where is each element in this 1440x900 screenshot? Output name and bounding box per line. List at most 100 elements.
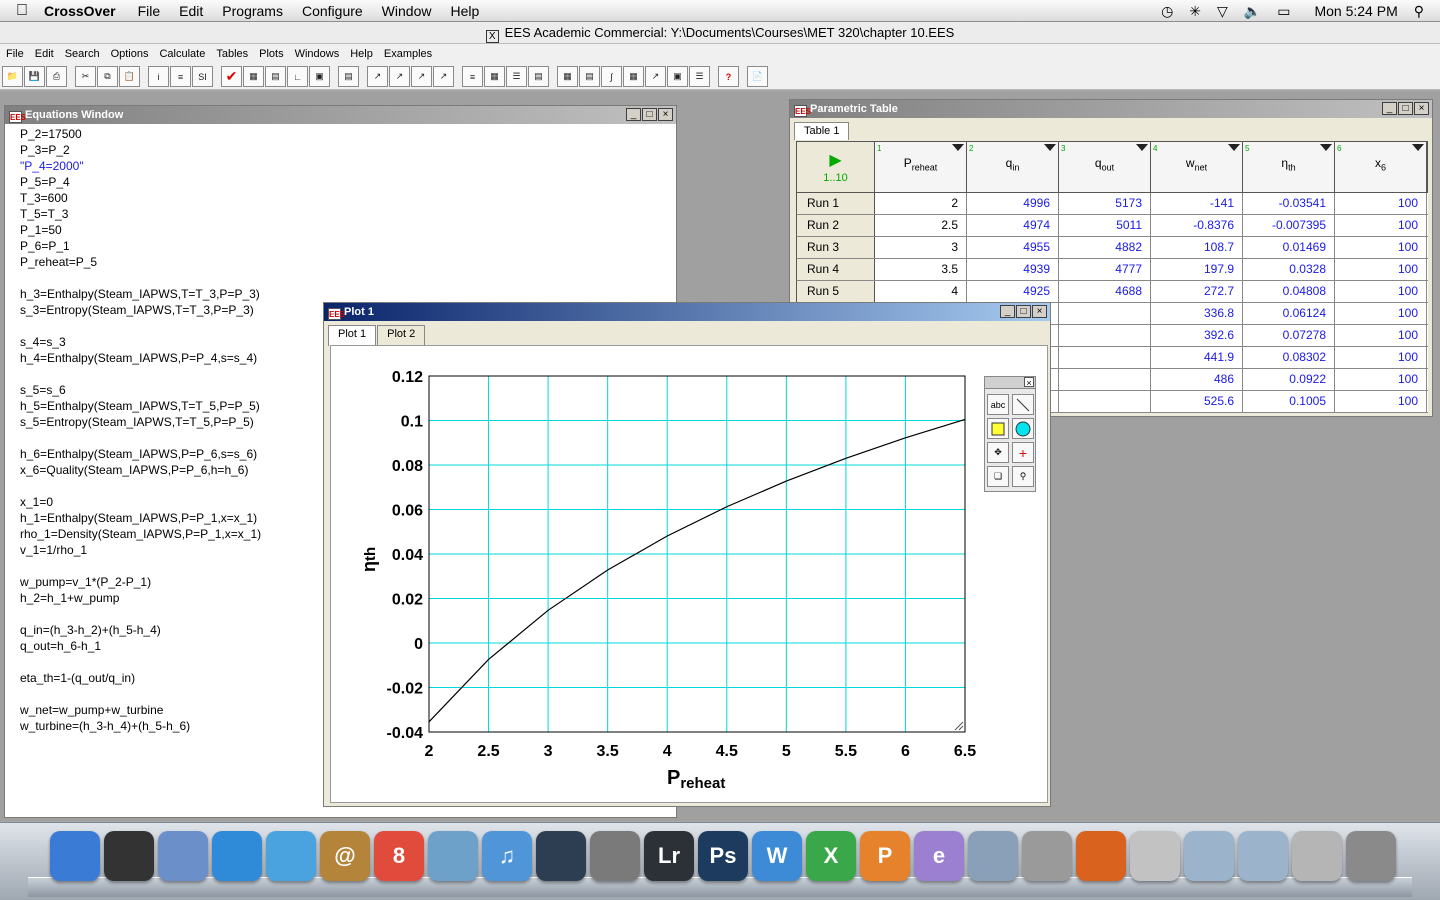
table-cell[interactable] (1059, 391, 1151, 412)
run-label[interactable]: Run 5 (797, 281, 875, 302)
lookup-icon[interactable]: ▤ (528, 66, 549, 87)
table-cell[interactable]: 100 (1335, 193, 1427, 214)
ees-menu-plots[interactable]: Plots (259, 48, 283, 60)
plot-window-titlebar[interactable]: EESPlot 1 _ □ × (324, 303, 1050, 321)
table-cell[interactable]: 0.01469 (1243, 237, 1335, 258)
app-menu[interactable]: CrossOver (44, 3, 116, 19)
plot-window-3-icon[interactable]: ↗ (411, 66, 432, 87)
table-cell[interactable]: 100 (1335, 281, 1427, 302)
table-cell[interactable]: 5011 (1059, 215, 1151, 236)
table-cell[interactable]: 4974 (967, 215, 1059, 236)
tab-table-1[interactable]: Table 1 (794, 122, 850, 140)
itunes-icon[interactable]: ♫ (482, 831, 532, 881)
table-cell[interactable]: 4882 (1059, 237, 1151, 258)
column-menu-arrow-icon[interactable] (1412, 144, 1424, 151)
table-cell[interactable]: 0.04808 (1243, 281, 1335, 302)
run-label[interactable]: Run 3 (797, 237, 875, 258)
tab-plot-2[interactable]: Plot 2 (377, 325, 426, 345)
table-cell[interactable]: 525.6 (1151, 391, 1243, 412)
table-cell[interactable]: -0.03541 (1243, 193, 1335, 214)
table-cell[interactable]: 392.6 (1151, 325, 1243, 346)
run-label[interactable]: Run 2 (797, 215, 875, 236)
diagram-icon[interactable]: ▣ (667, 66, 688, 87)
finder-icon[interactable] (50, 831, 100, 881)
system-preferences-icon[interactable] (590, 831, 640, 881)
table-cell[interactable]: 336.8 (1151, 303, 1243, 324)
ees-menu-tables[interactable]: Tables (216, 48, 248, 60)
table-cell[interactable]: 4955 (967, 237, 1059, 258)
table-cell[interactable] (1059, 325, 1151, 346)
unit-system-icon[interactable]: SI (192, 66, 213, 87)
column-header[interactable]: 6 x6 (1335, 142, 1427, 192)
parametric-table-icon[interactable]: ▦ (557, 66, 578, 87)
maximize-button[interactable]: □ (642, 108, 657, 121)
plot-chart[interactable]: 2 2.5 3 3.5 4 4.5 5 5.5 6 6.5 0.12 0.1 0.08 0.06 0.04 0… (331, 346, 1047, 802)
equation-line[interactable]: P_5=P_4 (20, 174, 676, 190)
equation-line[interactable] (20, 270, 676, 286)
table-cell[interactable]: 3.5 (875, 259, 967, 280)
table-cell[interactable]: 4925 (967, 281, 1059, 302)
table-cell[interactable]: 197.9 (1151, 259, 1243, 280)
table-cell[interactable]: 100 (1335, 237, 1427, 258)
table-cell[interactable]: 486 (1151, 369, 1243, 390)
ees-menu-search[interactable]: Search (65, 48, 100, 60)
open-file-icon[interactable]: 📁 (2, 66, 23, 87)
photoshop-icon[interactable]: Ps (698, 831, 748, 881)
table-cell[interactable]: 3 (875, 237, 967, 258)
table-cell[interactable]: 441.9 (1151, 347, 1243, 368)
equation-line[interactable]: P_1=50 (20, 222, 676, 238)
palette-close-icon[interactable]: × (1024, 377, 1034, 388)
table-cell[interactable]: 4996 (967, 193, 1059, 214)
arrays-table-icon[interactable]: ▤ (579, 66, 600, 87)
menu-clock[interactable]: Mon 5:24 PM (1314, 3, 1397, 19)
line-tool-icon[interactable] (1012, 394, 1034, 415)
table-cell[interactable]: -0.8376 (1151, 215, 1243, 236)
equation-line[interactable]: T_5=T_3 (20, 206, 676, 222)
crossover-icon[interactable] (1130, 831, 1180, 881)
calculator-icon[interactable]: ▦ (243, 66, 264, 87)
table-cell[interactable]: 100 (1335, 391, 1427, 412)
table-cell[interactable]: 100 (1335, 259, 1427, 280)
menu-window[interactable]: Window (382, 3, 432, 19)
time-machine-status-icon[interactable]: ◷ (1161, 3, 1173, 20)
equation-line[interactable]: h_3=Enthalpy(Steam_IAPWS,T=T_3,P=P_3) (20, 286, 676, 302)
table-cell[interactable]: 100 (1335, 369, 1427, 390)
ees-menu-calculate[interactable]: Calculate (159, 48, 205, 60)
lookup-table-icon[interactable]: ▦ (623, 66, 644, 87)
office-icon[interactable] (968, 831, 1018, 881)
column-menu-arrow-icon[interactable] (1320, 144, 1332, 151)
equation-line[interactable]: "P_4=2000" (20, 158, 676, 174)
move-tool-icon[interactable]: ✥ (987, 442, 1009, 463)
equation-line[interactable]: P_reheat=P_5 (20, 254, 676, 270)
apple-menu-icon[interactable]:  (0, 2, 44, 20)
mail-icon[interactable] (158, 831, 208, 881)
entourage-icon[interactable]: e (914, 831, 964, 881)
table-cell[interactable]: 100 (1335, 303, 1427, 324)
ees-menu-options[interactable]: Options (111, 48, 149, 60)
run-all-button[interactable]: ▶ 1..10 (797, 142, 875, 192)
paste-icon[interactable]: 📋 (119, 66, 140, 87)
maximize-button[interactable]: □ (1398, 102, 1413, 115)
equation-line[interactable]: P_3=P_2 (20, 142, 676, 158)
wifi-icon[interactable]: ▽ (1217, 3, 1228, 20)
run-label[interactable]: Run 1 (797, 193, 875, 214)
tab-plot-1[interactable]: Plot 1 (328, 325, 377, 346)
debug-icon[interactable]: ☰ (689, 66, 710, 87)
overlay-plot-icon[interactable]: ▣ (309, 66, 330, 87)
solution-window-icon[interactable]: ▦ (484, 66, 505, 87)
powerpoint-icon[interactable]: P (860, 831, 910, 881)
solve-table-icon[interactable]: ▤ (265, 66, 286, 87)
column-header[interactable]: 2 qin (967, 142, 1059, 192)
ichat-icon[interactable] (266, 831, 316, 881)
equation-line[interactable]: P_6=P_1 (20, 238, 676, 254)
column-menu-arrow-icon[interactable] (1228, 144, 1240, 151)
table-cell[interactable]: 0.0922 (1243, 369, 1335, 390)
plot-window-4-icon[interactable]: ↗ (433, 66, 454, 87)
ees-menu-help[interactable]: Help (350, 48, 373, 60)
ees-menu-windows[interactable]: Windows (295, 48, 340, 60)
bluetooth-icon[interactable]: ✳ (1189, 3, 1201, 20)
firefox-icon[interactable] (1076, 831, 1126, 881)
integral-table-icon[interactable]: ∫ (601, 66, 622, 87)
table-cell[interactable]: 272.7 (1151, 281, 1243, 302)
column-header[interactable]: 1 Preheat (875, 142, 967, 192)
